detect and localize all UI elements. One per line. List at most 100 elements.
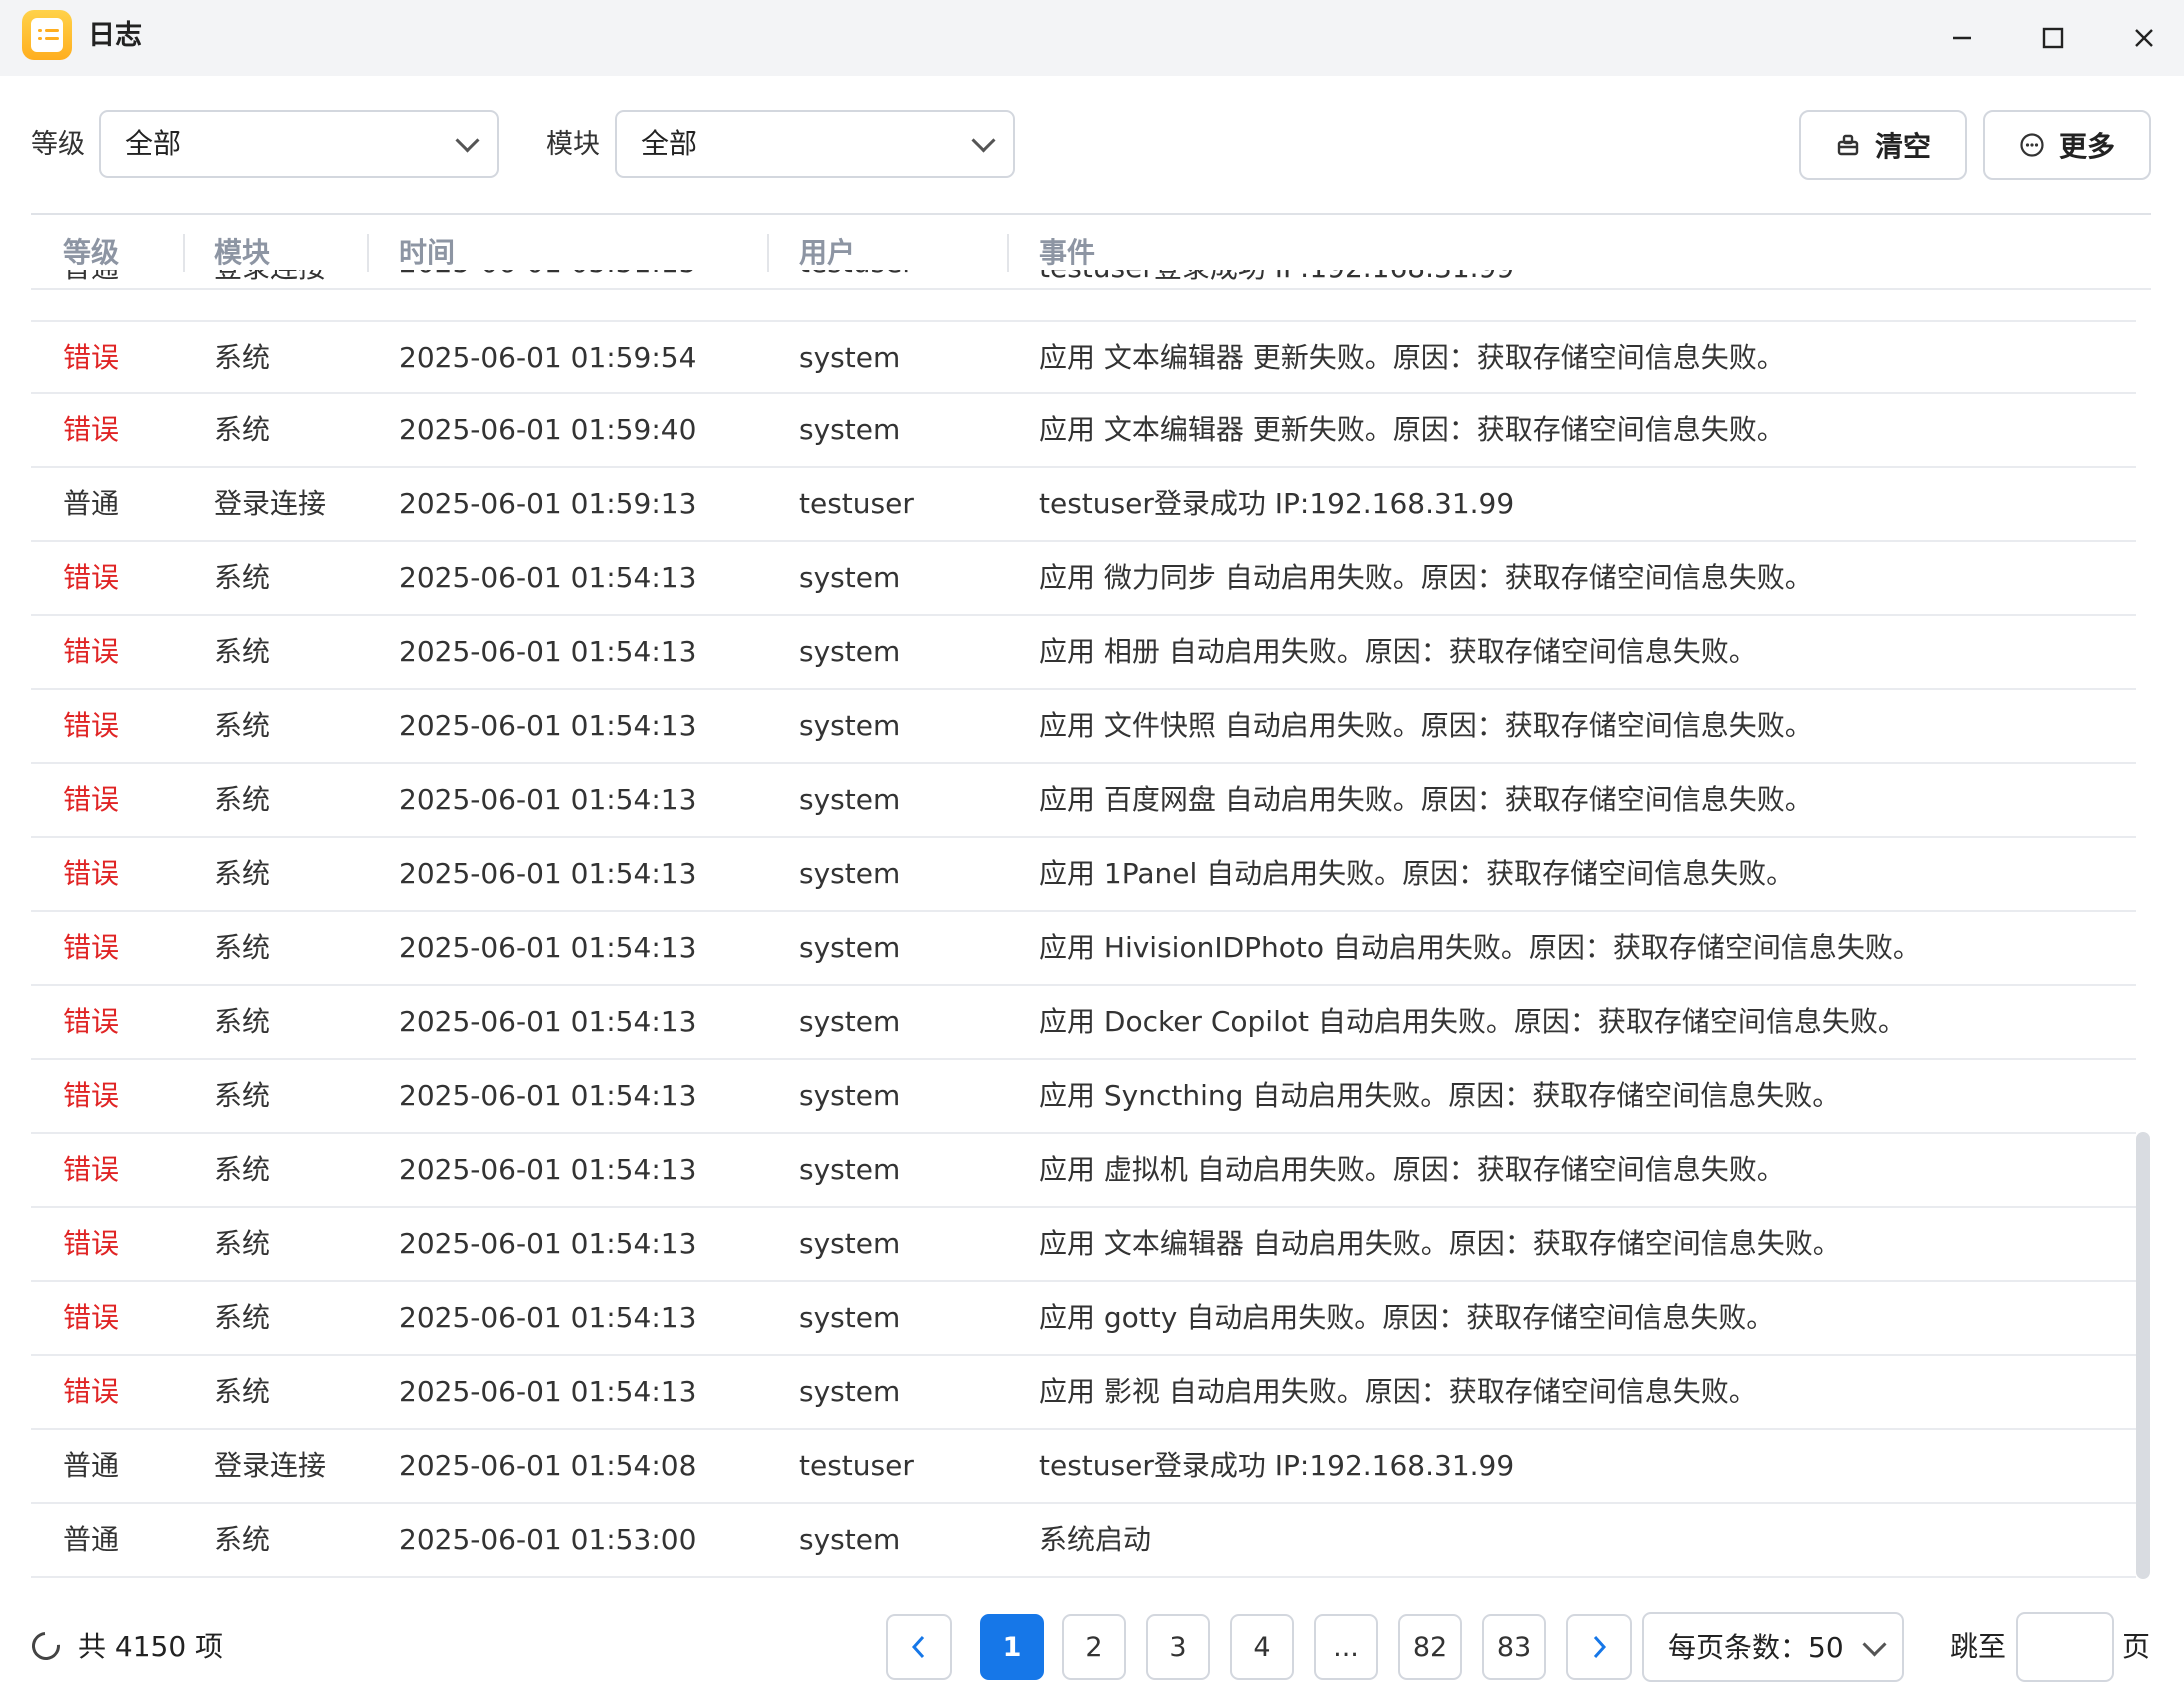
more-button[interactable]: 更多	[1983, 110, 2151, 180]
table-row[interactable]: 普通 系统 2025-06-01 01:53:00 system 系统启动	[31, 1504, 2136, 1578]
table-header: 等级 模块 时间 用户 事件	[31, 230, 2151, 290]
table-row[interactable]: 错误 系统 2025-06-01 01:54:13 system 应用 文件快照 自动启…	[31, 690, 2136, 764]
next-page-button[interactable]	[1566, 1614, 1632, 1680]
cell-module: 系统	[214, 857, 271, 890]
cell-module: 登录连接	[214, 1449, 327, 1482]
chevron-down-icon	[455, 128, 480, 153]
cell-user: system	[799, 1301, 901, 1334]
cell-module: 系统	[214, 1153, 271, 1186]
close-button[interactable]	[2124, 18, 2164, 58]
cell-level: 错误	[63, 857, 120, 890]
clear-button[interactable]: 清空	[1799, 110, 1967, 180]
cell-module: 系统	[214, 709, 271, 742]
more-circle-icon	[2020, 133, 2044, 157]
table-scrollbar[interactable]	[2136, 1132, 2150, 1579]
refresh-icon[interactable]	[26, 1626, 66, 1666]
title-bar: 日志	[0, 0, 2184, 76]
page-button-4[interactable]: 4	[1230, 1614, 1294, 1680]
page-button-83[interactable]: 83	[1482, 1614, 1546, 1680]
cell-event: 应用 文本编辑器 更新失败。原因：获取存储空间信息失败。	[1039, 413, 1785, 446]
table-row[interactable]: 错误 系统 2025-06-01 01:54:13 system 应用 Docker C…	[31, 986, 2136, 1060]
cell-level: 错误	[63, 783, 120, 816]
cell-module: 系统	[214, 413, 271, 446]
page-button-1[interactable]: 1	[980, 1614, 1044, 1680]
cell-event: 应用 百度网盘 自动启用失败。原因：获取存储空间信息失败。	[1039, 783, 1813, 816]
column-header-time[interactable]: 时间	[399, 230, 455, 276]
table-row[interactable]: 错误 系统 2025-06-01 01:54:13 system 应用 Syncthin…	[31, 1060, 2136, 1134]
cell-module: 系统	[214, 1375, 271, 1408]
cell-event: testuser登录成功 IP:192.168.31.99	[1039, 487, 1515, 520]
table-row[interactable]: 错误 系统 2025-06-01 01:54:13 system 应用 微力同步 自动启…	[31, 542, 2136, 616]
more-button-label: 更多	[2058, 130, 2115, 163]
cell-time: 2025-06-01 01:54:13	[399, 1301, 697, 1334]
table-row[interactable]: 错误 系统 2025-06-01 01:54:13 system 应用 gotty 自动…	[31, 1282, 2136, 1356]
cell-user: system	[799, 931, 901, 964]
column-header-module[interactable]: 模块	[214, 230, 270, 276]
table-row[interactable]: 错误 系统 2025-06-01 01:54:13 system 应用 相册 自动启用失…	[31, 616, 2136, 690]
table-row[interactable]: 错误 系统 2025-06-01 01:54:13 system 应用 Hivision…	[31, 912, 2136, 986]
cell-time: 2025-06-01 01:54:13	[399, 931, 697, 964]
cell-user: system	[799, 857, 901, 890]
cell-level: 错误	[63, 1301, 120, 1334]
log-table-body: 错误 系统 2025-06-01 01:59:54 system 应用 文本编辑器 更新…	[31, 320, 2136, 1578]
cell-time: 2025-06-01 01:59:40	[399, 413, 697, 446]
cell-event: 应用 1Panel 自动启用失败。原因：获取存储空间信息失败。	[1039, 857, 1795, 890]
cell-event: 应用 影视 自动启用失败。原因：获取存储空间信息失败。	[1039, 1375, 1757, 1408]
cell-event: 应用 Docker Copilot 自动启用失败。原因：获取存储空间信息失败。	[1039, 1005, 1906, 1038]
chevron-down-icon	[1862, 1632, 1887, 1657]
page-button-3[interactable]: 3	[1146, 1614, 1210, 1680]
cell-time: 2025-06-01 01:59:13	[399, 487, 697, 520]
prev-page-button[interactable]	[886, 1614, 952, 1680]
cell-level: 错误	[63, 1227, 120, 1260]
cell-event: 应用 gotty 自动启用失败。原因：获取存储空间信息失败。	[1039, 1301, 1775, 1334]
cell-module: 系统	[214, 1227, 271, 1260]
cell-event: 应用 Syncthing 自动启用失败。原因：获取存储空间信息失败。	[1039, 1079, 1841, 1112]
close-icon	[2135, 29, 2153, 47]
table-row[interactable]: 错误 系统 2025-06-01 01:59:40 system 应用 文本编辑器 更新…	[31, 394, 2136, 468]
cell-time: 2025-06-01 01:54:08	[399, 1449, 697, 1482]
column-header-event[interactable]: 事件	[1039, 230, 1095, 276]
minimize-button[interactable]	[1942, 18, 1982, 58]
cell-level: 普通	[63, 1449, 120, 1482]
cell-user: system	[799, 341, 901, 374]
table-row[interactable]: 错误 系统 2025-06-01 01:54:13 system 应用 影视 自动启用失…	[31, 1356, 2136, 1430]
toolbar-divider	[31, 213, 2151, 215]
cell-level: 普通	[63, 487, 120, 520]
table-row[interactable]: 错误 系统 2025-06-01 01:54:13 system 应用 虚拟机 自动启用…	[31, 1134, 2136, 1208]
column-header-level[interactable]: 等级	[63, 230, 119, 276]
cell-level: 错误	[63, 931, 120, 964]
table-row[interactable]: 错误 系统 2025-06-01 01:59:54 system 应用 文本编辑器 更新…	[31, 320, 2136, 394]
table-row[interactable]: 普通 登录连接 2025-06-01 01:59:13 testuser testuse…	[31, 468, 2136, 542]
chevron-down-icon	[971, 128, 996, 153]
cell-user: system	[799, 635, 901, 668]
table-row[interactable]: 错误 系统 2025-06-01 01:54:13 system 应用 文本编辑器 自动…	[31, 1208, 2136, 1282]
module-filter-select[interactable]: 全部	[615, 110, 1015, 178]
cell-user: system	[799, 783, 901, 816]
table-row[interactable]: 错误 系统 2025-06-01 01:54:13 system 应用 百度网盘 自动启…	[31, 764, 2136, 838]
cell-module: 系统	[214, 341, 271, 374]
cell-time: 2025-06-01 01:54:13	[399, 709, 697, 742]
page-ellipsis[interactable]: ...	[1314, 1614, 1378, 1680]
cell-time: 2025-06-01 01:53:00	[399, 1523, 697, 1556]
page-size-value: 每页条数：50	[1668, 1631, 1844, 1664]
cell-time: 2025-06-01 01:54:13	[399, 857, 697, 890]
cell-event: 应用 虚拟机 自动启用失败。原因：获取存储空间信息失败。	[1039, 1153, 1785, 1186]
level-filter-select[interactable]: 全部	[99, 110, 499, 178]
cell-user: system	[799, 1079, 901, 1112]
cell-time: 2025-06-01 01:54:13	[399, 1005, 697, 1038]
cell-user: system	[799, 561, 901, 594]
maximize-button[interactable]	[2033, 18, 2073, 58]
column-header-user[interactable]: 用户	[799, 230, 855, 276]
broom-icon	[1837, 134, 1859, 156]
cell-level: 普通	[63, 1523, 120, 1556]
cell-module: 系统	[214, 635, 271, 668]
page-size-select[interactable]: 每页条数：50	[1642, 1612, 1904, 1682]
cell-event: 应用 文件快照 自动启用失败。原因：获取存储空间信息失败。	[1039, 709, 1813, 742]
table-row[interactable]: 普通 登录连接 2025-06-01 01:54:08 testuser testuse…	[31, 1430, 2136, 1504]
cell-level: 错误	[63, 635, 120, 668]
page-button-2[interactable]: 2	[1062, 1614, 1126, 1680]
page-button-82[interactable]: 82	[1398, 1614, 1462, 1680]
table-row[interactable]: 错误 系统 2025-06-01 01:54:13 system 应用 1Panel 自…	[31, 838, 2136, 912]
jump-page-input[interactable]	[2016, 1612, 2114, 1682]
cell-time: 2025-06-01 01:54:13	[399, 783, 697, 816]
